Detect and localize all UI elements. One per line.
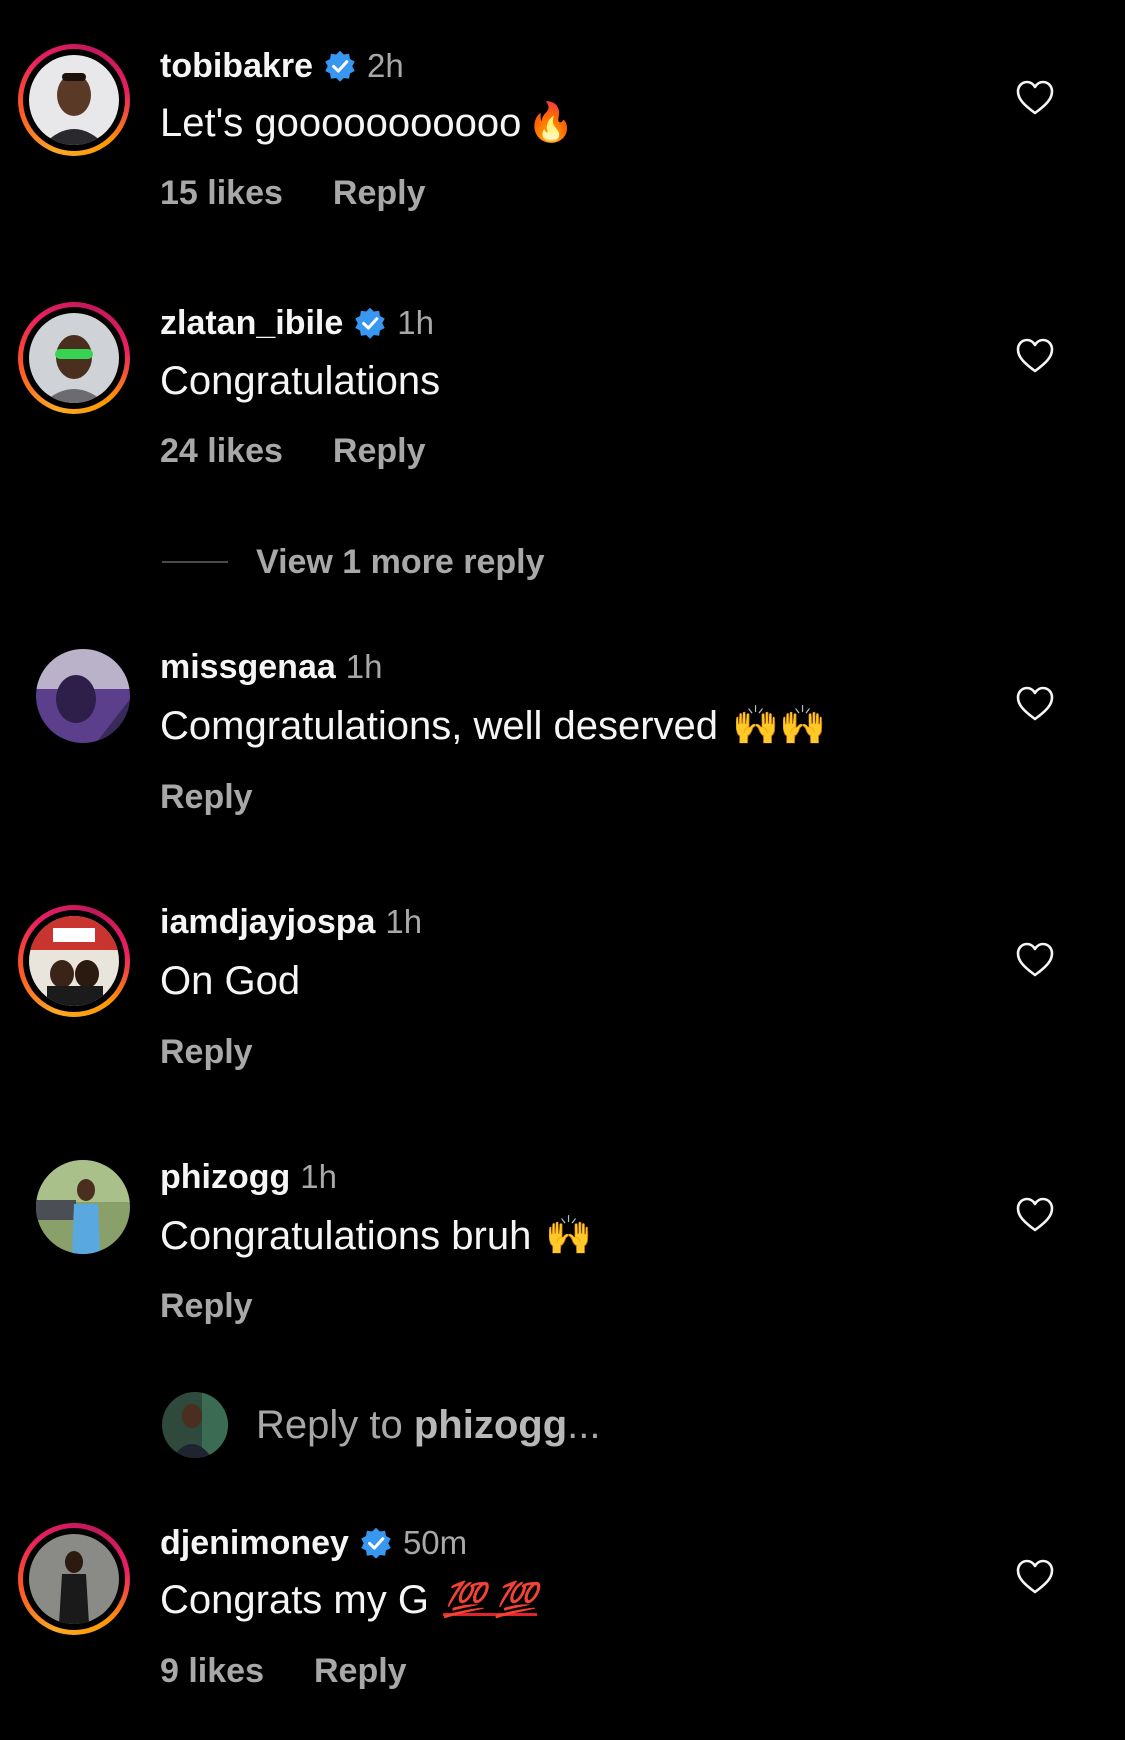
comment-text: Let's gooooooooooo [160,100,522,145]
heart-icon[interactable] [1016,338,1054,374]
username[interactable]: missgenaa [160,648,336,687]
comment-text: Congrats my G [160,1577,429,1622]
comment-text: Congratulations [160,358,441,403]
avatar[interactable] [18,44,130,156]
verified-badge-icon [323,49,357,83]
reply-target-username: phizogg [413,1402,568,1447]
heart-icon[interactable] [1016,1197,1054,1233]
like-count[interactable]: 15 likes [160,174,283,213]
divider-line [162,561,228,563]
username[interactable]: tobibakre [160,47,313,86]
reply-placeholder[interactable]: Reply to phizogg... [256,1403,601,1448]
timestamp: 1h [385,903,423,940]
reply-button[interactable]: Reply [314,1652,407,1691]
heart-icon[interactable] [1016,686,1054,722]
reply-button[interactable]: Reply [160,778,253,817]
raised-hands-emoji: 🙌 [545,1215,593,1257]
timestamp: 1h [300,1158,338,1195]
timestamp: 50m [402,1524,468,1561]
comment-text: On God [160,958,301,1003]
reply-suffix: ... [567,1402,601,1447]
like-count[interactable]: 24 likes [160,432,283,471]
avatar[interactable] [18,640,130,752]
verified-badge-icon [353,306,387,340]
reply-button[interactable]: Reply [160,1287,253,1326]
like-count[interactable]: 9 likes [160,1652,264,1691]
username[interactable]: phizogg [160,1158,290,1197]
reply-button[interactable]: Reply [333,432,426,471]
username[interactable]: zlatan_ibile [160,304,343,343]
comment-text: Congratulations bruh [160,1213,532,1258]
raised-hands-emoji: 🙌🙌 [732,705,827,747]
username[interactable]: djenimoney [160,1524,349,1563]
avatar[interactable] [18,302,130,414]
reply-button[interactable]: Reply [160,1033,253,1072]
timestamp: 2h [367,47,404,84]
avatar[interactable] [18,1151,130,1263]
view-more-replies[interactable]: View 1 more reply [162,540,545,584]
avatar[interactable] [18,905,130,1017]
heart-icon[interactable] [1016,1559,1054,1595]
reply-input[interactable]: Reply to phizogg... [162,1390,601,1460]
hundred-points-emoji: 💯 💯 [442,1581,538,1619]
avatar[interactable] [18,1523,130,1635]
view-more-label[interactable]: View 1 more reply [256,543,545,582]
reply-prefix: Reply to [256,1402,403,1447]
heart-icon[interactable] [1016,942,1054,978]
current-user-avatar [162,1392,228,1458]
timestamp: 1h [397,304,434,341]
username[interactable]: iamdjayjospa [160,903,375,942]
comment-text: Comgratulations, well deserved [160,703,719,748]
fire-emoji: 🔥 [527,102,575,144]
timestamp: 1h [345,648,383,685]
verified-badge-icon [359,1526,393,1560]
reply-button[interactable]: Reply [333,174,426,213]
heart-icon[interactable] [1016,80,1054,116]
